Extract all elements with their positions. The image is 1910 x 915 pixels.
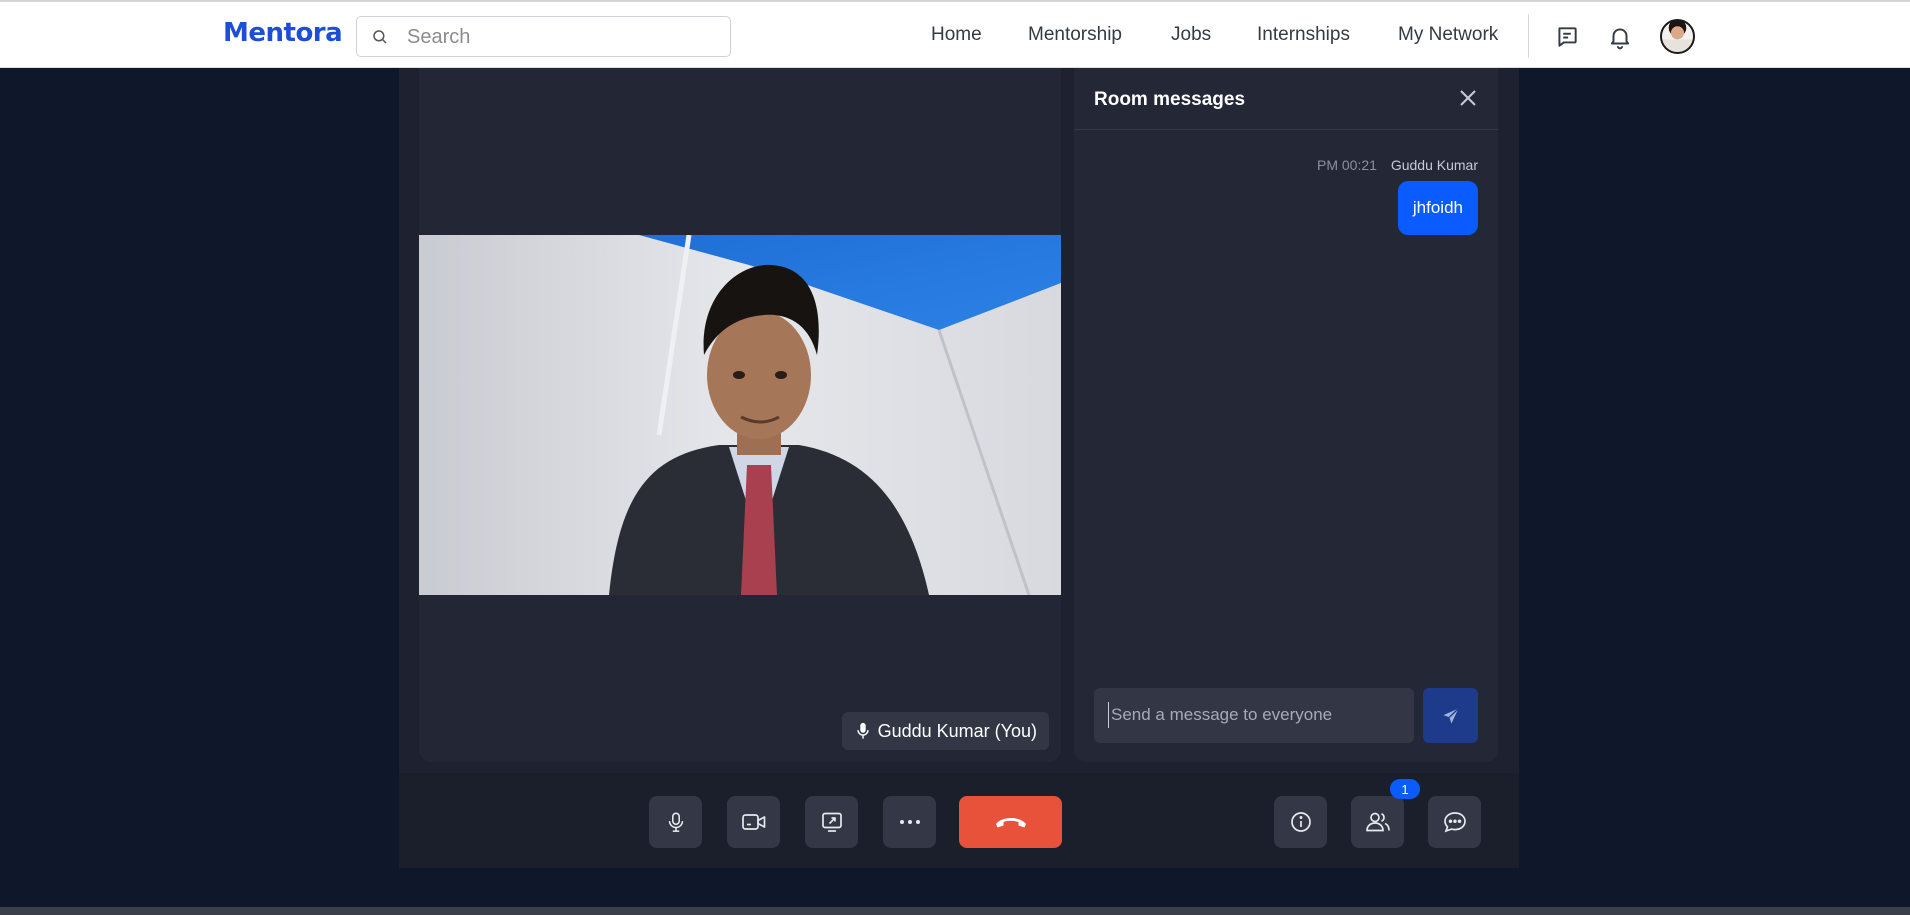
nav-my-network[interactable]: My Network (1398, 24, 1498, 46)
top-navbar: Mentora Home Mentorship Jobs Internships… (0, 0, 1910, 68)
search-icon (373, 30, 387, 44)
app-logo[interactable]: Mentora (223, 18, 343, 48)
chat-button[interactable] (1428, 796, 1481, 848)
phone-hangup-icon (995, 818, 1026, 828)
nav-mentorship[interactable]: Mentorship (1028, 24, 1122, 46)
share-screen-icon (821, 812, 842, 832)
search-box[interactable] (356, 16, 731, 57)
microphone-icon (668, 812, 683, 832)
nav-home[interactable]: Home (931, 24, 982, 46)
more-icon (899, 820, 920, 824)
nav-internships[interactable]: Internships (1257, 24, 1350, 46)
nav-jobs[interactable]: Jobs (1171, 24, 1211, 46)
message-bubble: jhfoidh (1397, 181, 1478, 235)
video-tile: Guddu Kumar (You) (419, 68, 1061, 762)
message-time: PM 00:21 (1317, 157, 1377, 173)
more-options-button[interactable] (883, 796, 936, 848)
window-bottom-edge (0, 907, 1910, 915)
info-icon (1290, 812, 1311, 832)
chat-header: Room messages (1074, 68, 1498, 130)
chat-icon (1443, 812, 1466, 833)
chat-title: Room messages (1094, 89, 1246, 110)
message-sender: Guddu Kumar (1390, 157, 1478, 173)
participants-icon (1365, 812, 1390, 832)
send-icon (1443, 707, 1459, 723)
search-input[interactable] (407, 23, 717, 51)
microphone-button[interactable] (649, 796, 702, 848)
meeting-controls: 1 (399, 773, 1519, 868)
participant-video (419, 235, 1061, 595)
microphone-icon (856, 722, 869, 739)
avatar[interactable] (1660, 19, 1695, 54)
meeting-stage: Guddu Kumar (You) Room messages PM 00:21… (399, 68, 1519, 868)
camera-button[interactable] (727, 796, 780, 848)
chat-panel: Room messages PM 00:21 Guddu Kumar jhfoi… (1074, 68, 1498, 762)
participant-name: Guddu Kumar (You) (877, 720, 1037, 741)
share-screen-button[interactable] (805, 796, 858, 848)
nav-divider (1528, 14, 1529, 58)
participant-name-tag: Guddu Kumar (You) (841, 712, 1049, 750)
end-call-button[interactable] (959, 796, 1062, 848)
camera-icon (741, 814, 765, 830)
participants-button[interactable] (1351, 796, 1404, 848)
messages-icon[interactable] (1554, 24, 1580, 50)
close-icon[interactable] (1458, 88, 1478, 108)
bell-icon[interactable] (1607, 24, 1633, 50)
participants-count-badge: 1 (1390, 779, 1420, 799)
send-message-button[interactable] (1423, 688, 1478, 743)
chat-input-wrapper (1094, 688, 1414, 743)
info-button[interactable] (1274, 796, 1327, 848)
message-meta: PM 00:21 Guddu Kumar (1317, 157, 1478, 173)
chat-message-input[interactable] (1108, 702, 1398, 728)
